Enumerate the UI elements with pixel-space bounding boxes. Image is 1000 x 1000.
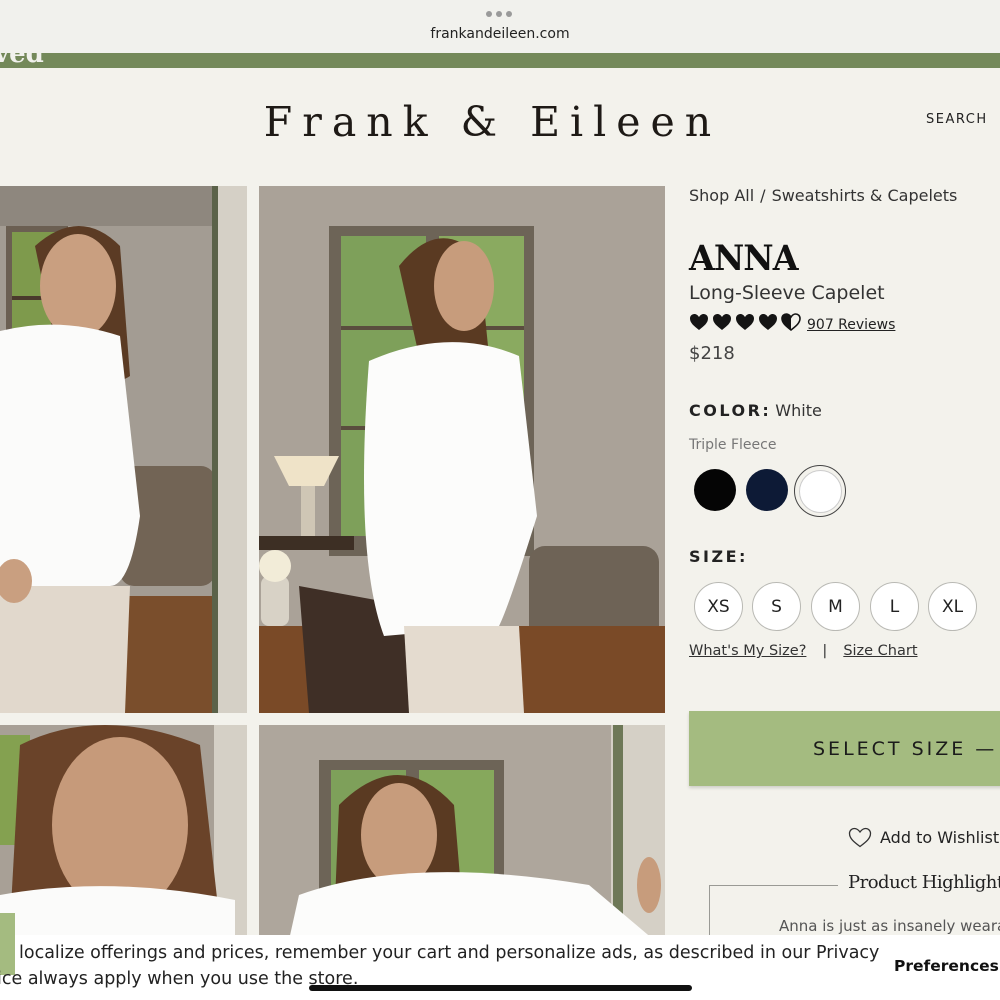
feedback-tab[interactable] (0, 913, 15, 975)
product-photo-4[interactable] (259, 725, 665, 940)
size-option-xs[interactable]: XS (694, 582, 743, 631)
heart-full-icon (759, 314, 777, 330)
heart-half-icon (781, 313, 801, 331)
size-option-xl[interactable]: XL (928, 582, 977, 631)
breadcrumb-shop-all[interactable]: Shop All (689, 186, 754, 205)
breadcrumb-separator: / (760, 186, 766, 205)
fabric-name: Triple Fleece (689, 437, 777, 453)
cookie-text-line-2: ice always apply when you use the store. (0, 969, 359, 989)
search-link[interactable]: SEARCH (926, 112, 988, 127)
site-logo[interactable]: Frank & Eileen (0, 98, 985, 146)
size-links-divider: | (822, 643, 828, 659)
product-highlights-text: Anna is just as insanely weara (779, 917, 1000, 935)
product-photo-3[interactable] (0, 725, 247, 940)
color-swatch-white-selected[interactable] (794, 465, 846, 517)
heart-full-icon (736, 314, 754, 330)
color-selection-label: COLOR: White (689, 401, 822, 420)
heart-full-icon (713, 314, 731, 330)
heart-outline-icon (848, 827, 872, 848)
size-label: SIZE: (689, 547, 748, 566)
reviews-link[interactable]: 907 Reviews (807, 317, 895, 333)
size-chart-link[interactable]: Size Chart (843, 643, 917, 659)
whats-my-size-link[interactable]: What's My Size? (689, 643, 806, 659)
address-bar-url[interactable]: frankandeileen.com (0, 26, 1000, 42)
more-dots-icon[interactable] (486, 11, 512, 17)
product-price: $218 (689, 343, 735, 364)
product-photo-1[interactable] (0, 186, 247, 713)
size-help-links: What's My Size? | Size Chart (689, 643, 918, 659)
breadcrumb: Shop All / Sweatshirts & Capelets (689, 186, 957, 205)
breadcrumb-sweatshirts-capelets[interactable]: Sweatshirts & Capelets (772, 186, 958, 205)
browser-toolbar: frankandeileen.com (0, 0, 1000, 53)
product-photo-2[interactable] (259, 186, 665, 713)
size-option-s[interactable]: S (752, 582, 801, 631)
product-subtitle: Long-Sleeve Capelet (689, 282, 885, 304)
promo-banner[interactable]: ved (0, 53, 1000, 68)
home-indicator[interactable] (309, 985, 692, 991)
select-size-button[interactable]: SELECT SIZE — $ (689, 711, 1000, 786)
cookie-preferences-button[interactable]: Preferences (894, 957, 999, 975)
heart-full-icon (690, 314, 708, 330)
size-option-l[interactable]: L (870, 582, 919, 631)
product-highlights-title: Product Highlights (838, 872, 1000, 893)
add-to-wishlist-button[interactable]: Add to Wishlist (848, 827, 999, 848)
product-name: ANNA (689, 238, 799, 279)
color-label: COLOR: (689, 401, 772, 420)
color-value: White (775, 401, 822, 420)
add-to-wishlist-label: Add to Wishlist (880, 828, 1000, 847)
cookie-text-line-1: localize offerings and prices, remember … (19, 943, 880, 963)
color-swatch-black[interactable] (694, 469, 736, 511)
size-option-m[interactable]: M (811, 582, 860, 631)
rating-hearts[interactable] (689, 313, 801, 331)
color-swatch-navy[interactable] (746, 469, 788, 511)
